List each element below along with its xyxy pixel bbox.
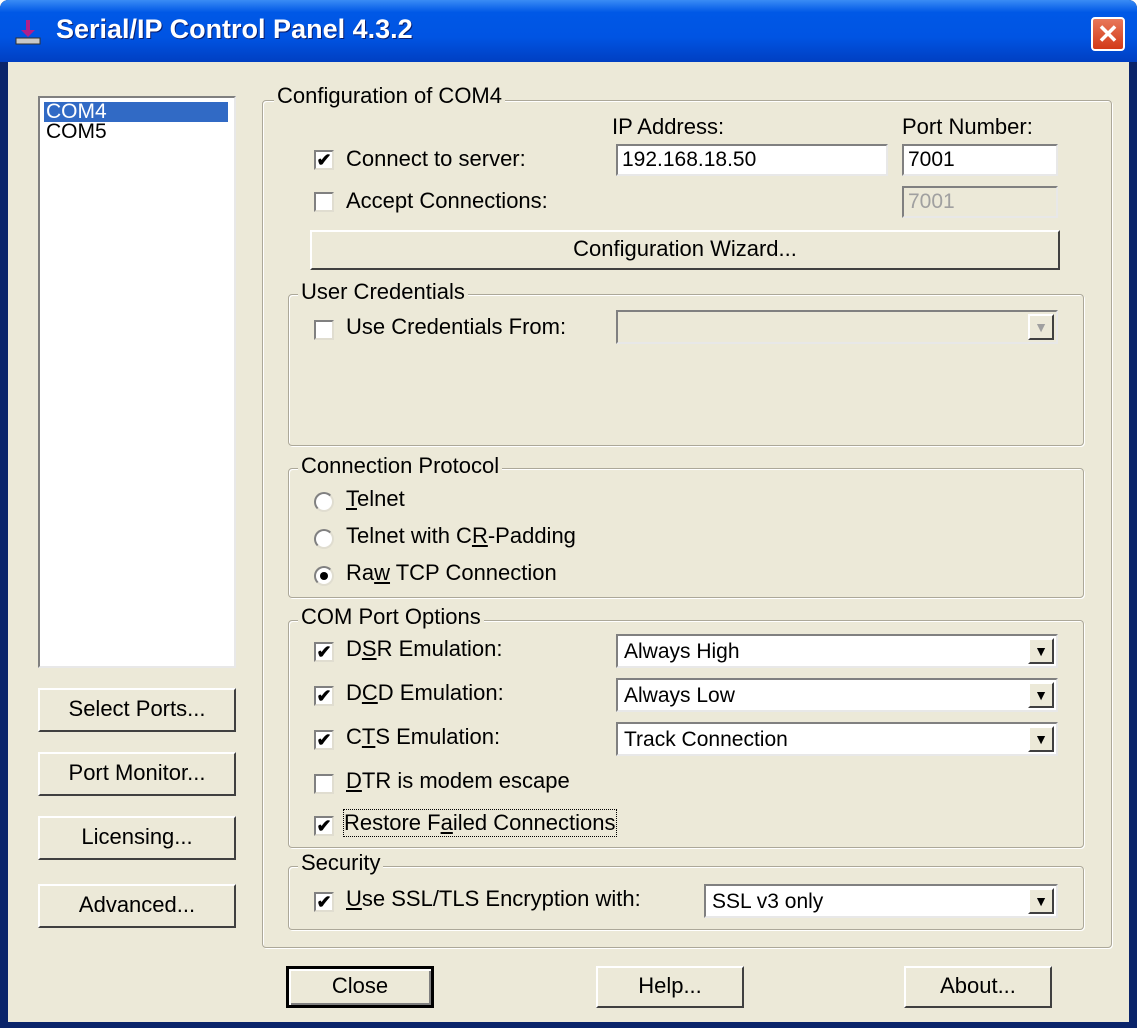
user-credentials-title: User Credentials [298, 279, 468, 305]
ssl-encryption-checkbox[interactable]: ✔ [314, 892, 334, 912]
advanced-label: Advanced... [78, 892, 196, 917]
dsr-emulation-select[interactable]: Always High ▼ [616, 634, 1058, 668]
client-area: COM4 COM5 Select Ports... Port Monitor..… [8, 62, 1129, 1022]
cts-emulation-checkbox[interactable]: ✔ [314, 730, 334, 750]
close-button[interactable]: Close [286, 966, 434, 1008]
credentials-source-select[interactable]: ▼ [616, 310, 1058, 344]
port-number-input[interactable]: 7001 [902, 144, 1058, 176]
security-title: Security [298, 850, 384, 876]
ssl-encryption-value: SSL v3 only [712, 890, 824, 913]
help-label: Help... [638, 973, 702, 998]
restore-failed-connections-label: Restore Failed Connections [343, 809, 617, 837]
cts-emulation-select[interactable]: Track Connection ▼ [616, 722, 1058, 756]
ssl-encryption-label: Use SSL/TLS Encryption with: [346, 886, 641, 911]
radio-telnet-cr-padding[interactable] [314, 529, 334, 549]
use-credentials-checkbox[interactable] [314, 320, 334, 340]
ip-address-header: IP Address: [612, 114, 725, 139]
dsr-emulation-label: DSR Emulation: [346, 636, 503, 661]
window-title: Serial/IP Control Panel 4.3.2 [56, 14, 413, 44]
accept-connections-label: Accept Connections: [346, 188, 548, 213]
select-ports-label: Select Ports... [68, 696, 206, 721]
radio-telnet[interactable] [314, 492, 334, 512]
about-button[interactable]: About... [904, 966, 1052, 1008]
dsr-emulation-value: Always High [624, 640, 740, 663]
dcd-emulation-checkbox[interactable]: ✔ [314, 686, 334, 706]
close-window-button[interactable]: ✕ [1091, 17, 1125, 51]
licensing-label: Licensing... [81, 824, 193, 849]
connect-to-server-checkbox[interactable]: ✔ [314, 150, 334, 170]
close-label: Close [331, 973, 389, 998]
configuration-wizard-label: Configuration Wizard... [573, 236, 797, 261]
dtr-modem-escape-label: DTR is modem escape [346, 768, 570, 793]
title-bar[interactable]: Serial/IP Control Panel 4.3.2 ✕ [0, 0, 1137, 62]
list-item-com4[interactable]: COM4 [44, 101, 228, 122]
list-item-com5[interactable]: COM5 [44, 121, 109, 142]
dcd-emulation-label: DCD Emulation: [346, 680, 504, 705]
port-list[interactable]: COM4 COM5 [38, 96, 236, 668]
advanced-button[interactable]: Advanced... [38, 884, 236, 928]
port-number-header: Port Number: [902, 114, 1033, 139]
cts-emulation-value: Track Connection [624, 728, 788, 751]
dtr-modem-escape-checkbox[interactable] [314, 774, 334, 794]
raw-tcp-label: Raw TCP Connection [346, 560, 557, 585]
chevron-down-icon[interactable]: ▼ [1028, 314, 1054, 340]
accept-port-input[interactable]: 7001 [902, 186, 1058, 218]
com-port-options-title: COM Port Options [298, 604, 484, 630]
ssl-encryption-select[interactable]: SSL v3 only ▼ [704, 884, 1058, 918]
port-monitor-button[interactable]: Port Monitor... [38, 752, 236, 796]
configuration-wizard-button[interactable]: Configuration Wizard... [310, 230, 1060, 270]
licensing-button[interactable]: Licensing... [38, 816, 236, 860]
about-label: About... [940, 973, 1016, 998]
telnet-label: Telnet [346, 486, 405, 511]
radio-selected-dot [320, 572, 328, 580]
radio-raw-tcp[interactable] [314, 566, 334, 586]
port-monitor-label: Port Monitor... [68, 760, 206, 785]
use-credentials-label: Use Credentials From: [346, 314, 567, 339]
chevron-down-icon[interactable]: ▼ [1028, 888, 1054, 914]
chevron-down-icon[interactable]: ▼ [1028, 638, 1054, 664]
chevron-down-icon[interactable]: ▼ [1028, 726, 1054, 752]
select-ports-button[interactable]: Select Ports... [38, 688, 236, 732]
accept-connections-checkbox[interactable] [314, 192, 334, 212]
dsr-emulation-checkbox[interactable]: ✔ [314, 642, 334, 662]
dcd-emulation-select[interactable]: Always Low ▼ [616, 678, 1058, 712]
window: Serial/IP Control Panel 4.3.2 ✕ COM4 COM… [0, 0, 1137, 1028]
chevron-down-icon[interactable]: ▼ [1028, 682, 1054, 708]
dcd-emulation-value: Always Low [624, 684, 735, 707]
restore-failed-connections-checkbox[interactable]: ✔ [314, 816, 334, 836]
configuration-group-title: Configuration of COM4 [274, 83, 505, 109]
connect-to-server-label: Connect to server: [346, 146, 526, 171]
help-button[interactable]: Help... [596, 966, 744, 1008]
cts-emulation-label: CTS Emulation: [346, 724, 501, 749]
telnet-cr-padding-label: Telnet with CR-Padding [346, 523, 576, 548]
serial-ip-icon [15, 20, 41, 45]
ip-address-input[interactable]: 192.168.18.50 [616, 144, 888, 176]
connection-protocol-title: Connection Protocol [298, 453, 503, 479]
